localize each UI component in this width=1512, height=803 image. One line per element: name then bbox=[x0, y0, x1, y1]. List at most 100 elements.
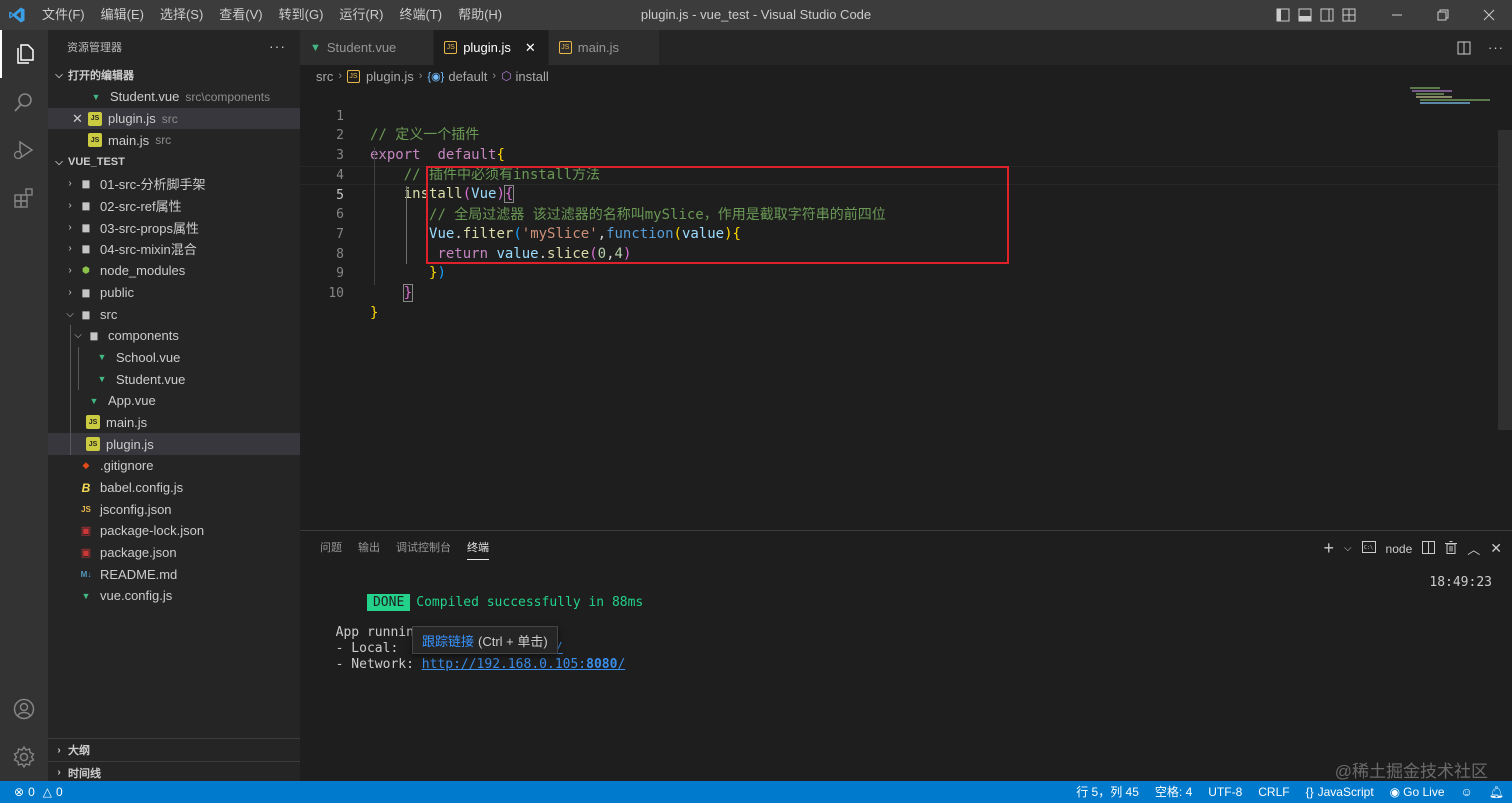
vue-file-icon: ▼ bbox=[81, 590, 91, 601]
extensions-icon[interactable] bbox=[0, 174, 48, 222]
tree-file[interactable]: ▣ package.json bbox=[48, 542, 300, 564]
toggle-secondary-sidebar-icon[interactable] bbox=[1316, 0, 1338, 30]
terminal-name[interactable]: node bbox=[1386, 542, 1413, 556]
explorer-icon[interactable] bbox=[0, 30, 48, 78]
indentation[interactable]: 空格: 4 bbox=[1147, 781, 1200, 803]
tab-student-vue[interactable]: ▼ Student.vue ✕ bbox=[300, 30, 435, 65]
tab-output[interactable]: 输出 bbox=[350, 531, 388, 566]
menu-edit[interactable]: 编辑(E) bbox=[93, 0, 152, 30]
vscode-logo-icon bbox=[0, 0, 34, 30]
tree-file[interactable]: ▼ School.vue bbox=[48, 346, 300, 369]
tree-file[interactable]: JS main.js bbox=[48, 411, 300, 434]
run-debug-icon[interactable] bbox=[0, 126, 48, 174]
menu-go[interactable]: 转到(G) bbox=[271, 0, 332, 30]
maximize-panel-icon[interactable]: ︿ bbox=[1467, 539, 1480, 558]
timestamp: 18:49:23 bbox=[1429, 575, 1492, 590]
end-of-line[interactable]: CRLF bbox=[1250, 781, 1297, 803]
split-editor-icon[interactable] bbox=[1448, 33, 1480, 63]
problems-status[interactable]: ⊗ 0 △ 0 bbox=[0, 785, 63, 799]
js-file-icon: JS bbox=[86, 437, 100, 452]
tree-file[interactable]: ▼ App.vue bbox=[48, 389, 300, 412]
js-file-icon: JS bbox=[347, 69, 361, 83]
tab-plugin-js[interactable]: JS plugin.js ✕ bbox=[434, 30, 549, 65]
open-editors-header[interactable]: ⌵ 打开的编辑器 bbox=[48, 64, 300, 86]
menu-file[interactable]: 文件(F) bbox=[34, 0, 93, 30]
open-editor-item[interactable]: ▼ Student.vue src\components bbox=[48, 86, 300, 108]
new-terminal-icon[interactable]: + bbox=[1323, 538, 1334, 559]
menu-help[interactable]: 帮助(H) bbox=[450, 0, 510, 30]
search-icon[interactable] bbox=[0, 78, 48, 126]
close-window-icon[interactable] bbox=[1466, 0, 1512, 30]
open-editor-item[interactable]: JS main.js src bbox=[48, 129, 300, 151]
terminal-icon[interactable]: C:\ bbox=[1361, 541, 1376, 556]
timeline-header[interactable]: › 时间线 bbox=[48, 761, 300, 783]
code-line: 4 install(Vue){ bbox=[336, 167, 515, 204]
breadcrumb-default[interactable]: default bbox=[448, 69, 487, 84]
breadcrumb-install[interactable]: install bbox=[516, 69, 549, 84]
open-editor-item-active[interactable]: ✕ JS plugin.js src bbox=[48, 107, 300, 130]
breadcrumb-src[interactable]: src bbox=[316, 69, 333, 84]
tree-folder[interactable]: ⌵ ▆ components bbox=[48, 324, 300, 347]
more-actions-icon[interactable]: ··· bbox=[1480, 33, 1512, 63]
encoding[interactable]: UTF-8 bbox=[1200, 781, 1250, 803]
cursor-position[interactable]: 行 5，列 45 bbox=[1068, 781, 1147, 803]
trash-icon[interactable] bbox=[1445, 540, 1458, 557]
svg-text:C:\: C:\ bbox=[1364, 545, 1373, 551]
chevron-down-icon[interactable]: ⌵ bbox=[1344, 543, 1352, 554]
outline-header[interactable]: › 大纲 bbox=[48, 739, 300, 761]
notifications-bell-icon[interactable]: 🔔︎ bbox=[1481, 781, 1512, 803]
title-bar: 文件(F) 编辑(E) 选择(S) 查看(V) 转到(G) 运行(R) 终端(T… bbox=[0, 0, 1512, 30]
chevron-right-icon: › bbox=[57, 767, 61, 778]
vue-file-icon: ▼ bbox=[97, 374, 107, 385]
toggle-primary-sidebar-icon[interactable] bbox=[1272, 0, 1294, 30]
close-editor-icon[interactable]: ✕ bbox=[72, 111, 88, 127]
project-header[interactable]: ⌵ VUE_TEST bbox=[48, 151, 300, 173]
tree-folder[interactable]: › ⬢ node_modules bbox=[48, 260, 300, 282]
tree-file[interactable]: ▣ package-lock.json bbox=[48, 520, 300, 542]
close-tab-icon[interactable]: ✕ bbox=[525, 40, 536, 56]
tree-folder[interactable]: › ▆ 02-src-ref属性 bbox=[48, 195, 300, 217]
folder-icon: ▆ bbox=[82, 200, 90, 211]
tree-file[interactable]: JS jsconfig.json bbox=[48, 498, 300, 520]
tree-file[interactable]: M↓ README.md bbox=[48, 563, 300, 585]
tree-file[interactable]: Bbabel.config.js bbox=[48, 477, 300, 499]
menu-selection[interactable]: 选择(S) bbox=[152, 0, 211, 30]
tree-file[interactable]: ▼ vue.config.js bbox=[48, 585, 300, 607]
tree-folder[interactable]: › ▆ 03-src-props属性 bbox=[48, 216, 300, 238]
split-terminal-icon[interactable] bbox=[1422, 540, 1436, 557]
menu-view[interactable]: 查看(V) bbox=[211, 0, 270, 30]
tree-file[interactable]: ◆ .gitignore bbox=[48, 455, 300, 477]
status-bar: ⊗ 0 △ 0 行 5，列 45 空格: 4 UTF-8 CRLF {} Java… bbox=[0, 781, 1512, 803]
network-url-link[interactable]: http://192.168.0.105:8080/ bbox=[422, 657, 626, 672]
restore-icon[interactable] bbox=[1420, 0, 1466, 30]
close-panel-icon[interactable]: ✕ bbox=[1490, 540, 1502, 557]
vue-file-icon: ▼ bbox=[89, 395, 99, 406]
terminal-output[interactable]: DONE Compiled successfully in 88ms 18:49:… bbox=[320, 573, 1492, 673]
breadcrumb-file[interactable]: plugin.js bbox=[366, 69, 414, 84]
code-editor[interactable]: 1 // 定义一个插件 2 export default{ 3 // 插件中必须… bbox=[300, 87, 1500, 530]
minimize-icon[interactable] bbox=[1374, 0, 1420, 30]
tree-folder[interactable]: › ▆ public bbox=[48, 282, 300, 304]
vertical-scrollbar[interactable] bbox=[1498, 130, 1512, 430]
menu-terminal[interactable]: 终端(T) bbox=[391, 0, 450, 30]
tree-file[interactable]: ▼ Student.vue bbox=[48, 368, 300, 390]
tree-folder[interactable]: ⌵ ▆ src bbox=[48, 303, 300, 325]
tab-debug-console[interactable]: 调试控制台 bbox=[388, 531, 459, 566]
customize-layout-icon[interactable] bbox=[1338, 0, 1360, 30]
folder-open-icon: ▆ bbox=[82, 308, 90, 319]
tab-problems[interactable]: 问题 bbox=[312, 531, 350, 566]
toggle-panel-icon[interactable] bbox=[1294, 0, 1316, 30]
tree-folder[interactable]: › ▆ 01-src-分析脚手架 bbox=[48, 173, 300, 195]
tab-main-js[interactable]: JS main.js bbox=[548, 30, 660, 65]
menu-run[interactable]: 运行(R) bbox=[331, 0, 391, 30]
minimap[interactable] bbox=[1410, 87, 1498, 107]
manage-gear-icon[interactable] bbox=[0, 733, 48, 781]
more-actions-icon[interactable]: ··· bbox=[269, 38, 286, 54]
feedback-icon[interactable]: ☺ bbox=[1453, 781, 1481, 803]
tab-terminal[interactable]: 终端 bbox=[459, 531, 497, 566]
accounts-icon[interactable] bbox=[0, 685, 48, 733]
go-live-button[interactable]: ◉ Go Live bbox=[1382, 781, 1453, 803]
language-mode[interactable]: {} JavaScript bbox=[1298, 781, 1382, 803]
tree-file-selected[interactable]: JS plugin.js bbox=[48, 433, 300, 455]
tree-folder[interactable]: › ▆ 04-src-mixin混合 bbox=[48, 238, 300, 260]
